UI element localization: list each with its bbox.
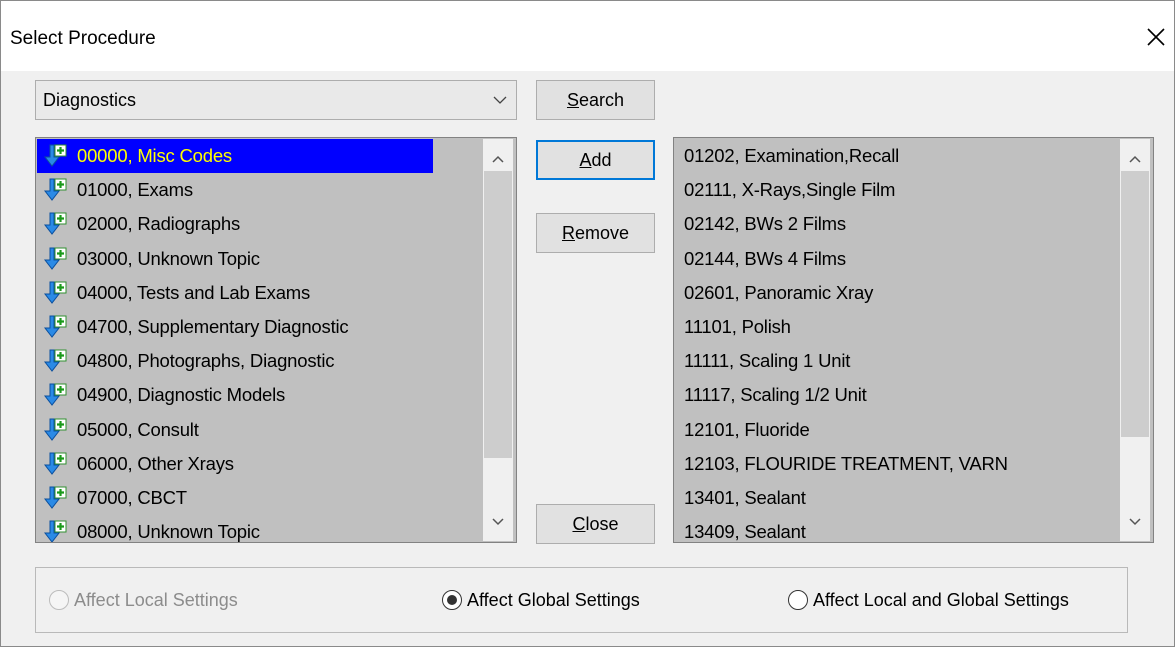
procedure-list-item[interactable]: 13409, Sealant	[675, 515, 1008, 542]
category-list-item-label: 05000, Consult	[77, 418, 199, 440]
selected-procedures-items: 01202, Examination,Recall 02111, X-Rays,S…	[675, 139, 1008, 542]
window-title: Select Procedure	[10, 28, 156, 49]
scroll-down-icon[interactable]	[1127, 516, 1143, 528]
radio-label: Affect Global Settings	[467, 590, 640, 610]
procedure-add-icon	[43, 281, 67, 304]
procedure-add-icon	[43, 520, 67, 542]
procedure-list-item[interactable]: 11111, Scaling 1 Unit	[675, 344, 1008, 378]
category-list-item-label: 02000, Radiographs	[77, 213, 241, 235]
procedure-add-icon	[43, 178, 67, 202]
add-button[interactable]: Add	[536, 140, 655, 180]
procedure-add-icon	[43, 383, 67, 407]
category-dropdown[interactable]: Diagnostics	[35, 80, 517, 120]
radio-label: Affect Local Settings	[74, 590, 238, 610]
procedure-add-icon	[43, 144, 67, 167]
category-list-item-label: 08000, Unknown Topic	[77, 521, 260, 543]
category-list-item[interactable]: 00000, Misc Codes	[37, 139, 433, 174]
procedure-add-icon	[43, 247, 67, 270]
category-list-item[interactable]: 02000, Radiographs	[37, 207, 433, 241]
category-list-item-label: 00000, Misc Codes	[77, 145, 232, 166]
category-list-item[interactable]: 06000, Other Xrays	[37, 447, 433, 481]
procedure-add-icon	[43, 486, 67, 509]
category-list-scroll-thumb[interactable]	[484, 171, 512, 458]
scroll-up-icon[interactable]	[490, 153, 506, 165]
category-list-item[interactable]: 04700, Supplementary Diagnostic	[37, 310, 433, 344]
select-procedure-dialog: Select Procedure Diagnostics Search 0000…	[0, 0, 1175, 647]
title-bar: Select Procedure	[1, 1, 1174, 71]
category-list-item-label: 01000, Exams	[77, 179, 193, 201]
search-button[interactable]: Search	[536, 80, 655, 120]
close-label: lose	[585, 514, 619, 534]
procedure-list-item[interactable]: 11117, Scaling 1/2 Unit	[675, 378, 1008, 412]
procedure-list-item[interactable]: 02601, Panoramic Xray	[675, 276, 1008, 310]
category-list-item-label: 04000, Tests and Lab Exams	[77, 281, 311, 303]
procedure-list-item[interactable]: 13401, Sealant	[675, 481, 1008, 515]
category-list-item-label: 04900, Diagnostic Models	[77, 384, 286, 406]
radio-dot	[447, 595, 457, 605]
category-list-scrollbar[interactable]	[483, 139, 513, 541]
category-list-item[interactable]: 01000, Exams	[37, 173, 433, 207]
category-list-item[interactable]: 05000, Consult	[37, 413, 433, 447]
radio-circle	[442, 590, 462, 610]
category-list-item[interactable]: 04800, Photographs, Diagnostic	[37, 344, 433, 378]
category-list-item[interactable]: 03000, Unknown Topic	[37, 242, 433, 276]
remove-button[interactable]: Remove	[536, 213, 655, 253]
radio-circle	[788, 590, 808, 610]
chevron-down-icon[interactable]	[492, 93, 508, 107]
procedure-add-icon	[43, 418, 67, 441]
close-mnemonic: C	[572, 514, 586, 534]
remove-mnemonic: R	[561, 223, 575, 243]
category-list-items: 00000, Misc Codes 01000, Exams 02000, Radi…	[37, 139, 433, 543]
scroll-up-icon[interactable]	[1127, 153, 1143, 165]
remove-label: emove	[574, 223, 630, 243]
procedure-list-item[interactable]: 02111, X-Rays,Single Film	[675, 173, 1008, 207]
search-label: earch	[578, 90, 625, 110]
category-list-item[interactable]: 04900, Diagnostic Models	[37, 378, 433, 412]
close-button[interactable]: Close	[536, 504, 655, 544]
category-listbox[interactable]: 00000, Misc Codes 01000, Exams 02000, Radi…	[35, 137, 517, 543]
procedure-list-item[interactable]: 02142, BWs 2 Films	[675, 207, 1008, 241]
category-list-item[interactable]: 08000, Unknown Topic	[37, 515, 433, 543]
radio-circle	[49, 590, 69, 610]
procedure-list-item[interactable]: 11101, Polish	[675, 310, 1008, 344]
selected-procedures-listbox[interactable]: 01202, Examination,Recall 02111, X-Rays,S…	[673, 137, 1154, 543]
procedure-list-item[interactable]: 12103, FLOURIDE TREATMENT, VARN	[675, 447, 1008, 481]
category-list-item-label: 03000, Unknown Topic	[77, 247, 260, 269]
category-list-item-label: 07000, CBCT	[77, 486, 187, 508]
procedure-add-icon	[43, 315, 67, 338]
procedure-add-icon	[43, 349, 67, 372]
procedure-list-item[interactable]: 02144, BWs 4 Films	[675, 242, 1008, 276]
radio-label: Affect Local and Global Settings	[813, 590, 1069, 610]
category-list-item-label: 06000, Other Xrays	[77, 452, 234, 474]
procedures-list-scroll-thumb[interactable]	[1121, 171, 1149, 437]
procedure-add-icon	[43, 212, 67, 236]
settings-scope-group: Affect Local Settings Affect Global Sett…	[35, 567, 1128, 633]
search-mnemonic: S	[566, 90, 579, 110]
add-mnemonic: A	[579, 150, 592, 170]
procedure-list-item[interactable]: 12101, Fluoride	[675, 413, 1008, 447]
add-label: dd	[591, 150, 612, 170]
procedure-list-item[interactable]: 01202, Examination,Recall	[675, 139, 1008, 173]
category-list-item[interactable]: 04000, Tests and Lab Exams	[37, 276, 433, 310]
procedure-add-icon	[43, 452, 67, 475]
category-list-item[interactable]: 07000, CBCT	[37, 481, 433, 515]
procedures-list-scrollbar[interactable]	[1120, 139, 1150, 541]
category-list-item-label: 04700, Supplementary Diagnostic	[77, 315, 349, 337]
scroll-down-icon[interactable]	[490, 516, 506, 528]
category-list-item-label: 04800, Photographs, Diagnostic	[77, 350, 335, 372]
category-dropdown-value: Diagnostics	[43, 90, 137, 110]
close-icon[interactable]	[1144, 25, 1168, 49]
